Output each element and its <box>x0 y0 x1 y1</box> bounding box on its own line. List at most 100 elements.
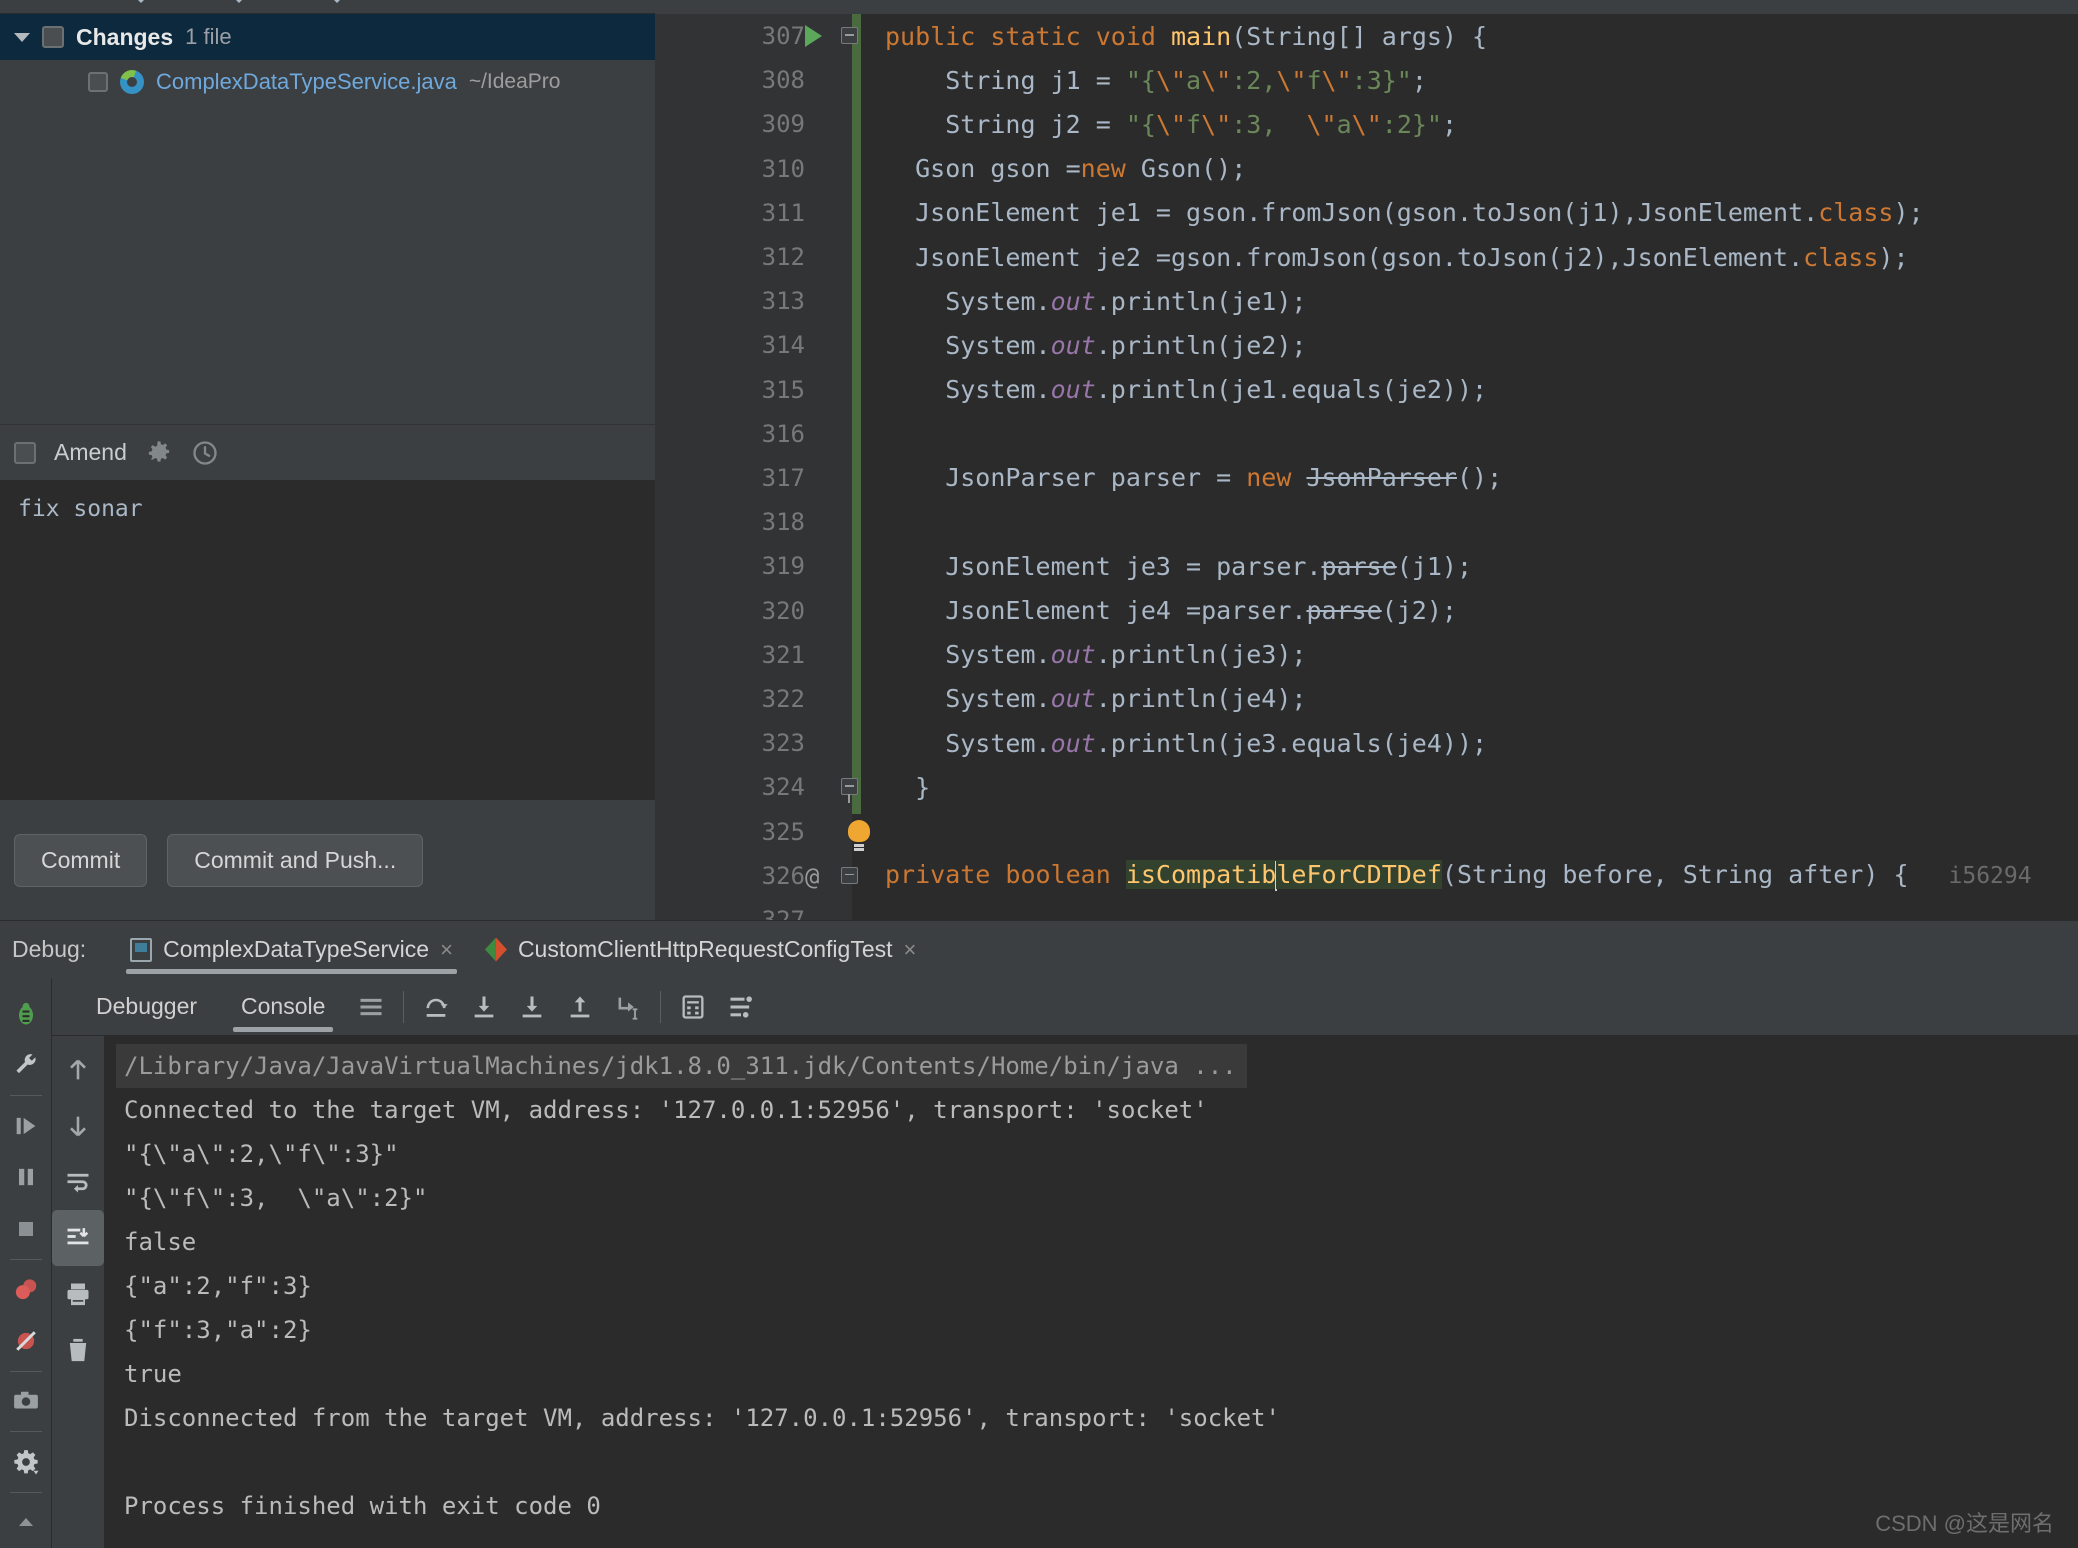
changed-file-row[interactable]: ComplexDataTypeService.java ~/IdeaPro <box>0 60 655 104</box>
line-number: 307 <box>761 22 805 50</box>
code-line[interactable]: System.out.println(je1); <box>861 279 2078 323</box>
file-checkbox[interactable] <box>88 72 108 92</box>
console-output[interactable]: /Library/Java/JavaVirtualMachines/jdk1.8… <box>104 1036 2078 1548</box>
code-line[interactable]: JsonElement je4 =parser.parse(j2); <box>861 588 2078 632</box>
line-number: 324 <box>761 773 805 802</box>
changes-tree-empty-area <box>0 104 655 424</box>
code-line[interactable] <box>861 412 2078 456</box>
clear-all-icon[interactable] <box>52 1322 104 1378</box>
code-line[interactable]: JsonElement je2 =gson.fromJson(gson.toJs… <box>861 235 2078 279</box>
amend-checkbox[interactable] <box>14 441 36 464</box>
code-line[interactable]: System.out.println(je2); <box>861 323 2078 367</box>
view-breakpoints-icon[interactable] <box>0 1264 52 1316</box>
code-line[interactable]: System.out.println(je3.equals(je4)); <box>861 721 2078 765</box>
mute-breakpoints-icon[interactable] <box>0 1315 52 1367</box>
code-line[interactable] <box>861 898 2078 920</box>
debug-body: Debugger Console /Library/Java/JavaVirtu… <box>0 978 2078 1548</box>
pause-program-icon[interactable] <box>0 1152 52 1204</box>
console-line: true <box>124 1360 182 1388</box>
tab-debugger[interactable]: Debugger <box>74 978 219 1036</box>
collapse-up-icon[interactable] <box>0 1497 52 1548</box>
watermark-label: CSDN @这是网名 <box>1875 1511 2054 1536</box>
override-annotation-marker[interactable]: @ <box>805 863 819 891</box>
code-line[interactable]: private boolean isCompatibleForCDTDef(St… <box>861 854 2078 898</box>
changes-checkbox[interactable] <box>42 26 64 48</box>
code-line[interactable] <box>861 809 2078 853</box>
tab-console[interactable]: Console <box>219 978 347 1036</box>
settings-gear-icon[interactable] <box>0 1436 52 1488</box>
settings-wrench-icon[interactable] <box>0 1040 52 1092</box>
file-name-label[interactable]: ComplexDataTypeService.java <box>156 69 457 95</box>
commit-panel: Changes 1 file ComplexDataTypeService.ja… <box>0 0 655 920</box>
scroll-up-icon[interactable] <box>52 1042 104 1098</box>
toolbar-divider <box>403 990 405 1023</box>
layout-settings-icon[interactable] <box>717 978 765 1036</box>
step-out-icon[interactable] <box>556 978 604 1036</box>
sidebar-divider <box>9 1431 42 1433</box>
print-icon[interactable] <box>52 1266 104 1322</box>
commit-and-push-button[interactable]: Commit and Push... <box>167 833 424 887</box>
run-to-cursor-icon[interactable] <box>604 978 652 1036</box>
code-line[interactable]: Gson gson =new Gson(); <box>861 147 2078 191</box>
debug-tab-customclienthttprequestconfigtest[interactable]: CustomClientHttpRequestConfigTest × <box>469 921 932 979</box>
line-number: 315 <box>761 375 805 404</box>
scroll-to-end-icon[interactable] <box>52 1210 104 1266</box>
run-gutter-icon[interactable] <box>805 25 822 47</box>
line-number: 309 <box>761 110 805 139</box>
close-icon[interactable]: × <box>440 937 453 963</box>
toolbar-chevron-icon[interactable] <box>134 0 148 3</box>
code-line[interactable]: JsonParser parser = new JsonParser(); <box>861 456 2078 500</box>
code-line[interactable]: System.out.println(je1.equals(je2)); <box>861 368 2078 412</box>
code-fold-toggle[interactable] <box>841 866 858 884</box>
resume-program-icon[interactable] <box>0 1100 52 1152</box>
line-number: 319 <box>761 552 805 581</box>
amend-row: Amend <box>0 424 655 480</box>
toolbar-chevron-icon[interactable] <box>330 0 344 3</box>
code-line[interactable]: String j2 = "{\"f\":3, \"a\":2}"; <box>861 102 2078 146</box>
console-line: "{\"a\":2,\"f\":3}" <box>124 1140 399 1168</box>
console-line: Process finished with exit code 0 <box>124 1492 601 1520</box>
changes-toolbar-strip <box>0 0 655 14</box>
console-line: Disconnected from the target VM, address… <box>124 1404 1280 1432</box>
code-fold-toggle[interactable] <box>841 27 858 44</box>
force-step-into-icon[interactable] <box>508 978 556 1036</box>
soft-wrap-icon[interactable] <box>52 1154 104 1210</box>
code-line[interactable] <box>861 500 2078 544</box>
close-icon[interactable]: × <box>904 937 917 963</box>
code-editor[interactable]: 307 308 309 310 311 312 313 314 315 316 317 318 319 3… <box>655 0 2078 920</box>
code-line[interactable]: JsonElement je1 = gson.fromJson(gson.toJ… <box>861 191 2078 235</box>
code-line[interactable]: } <box>861 765 2078 809</box>
step-into-icon[interactable] <box>460 978 508 1036</box>
intention-bulb-icon[interactable] <box>848 819 870 847</box>
editor-code-area[interactable]: public static void main(String[] args) {… <box>861 14 2078 920</box>
code-fold-toggle[interactable] <box>841 778 858 804</box>
code-line[interactable]: JsonElement je3 = parser.parse(j1); <box>861 544 2078 588</box>
code-line[interactable]: System.out.println(je3); <box>861 633 2078 677</box>
line-number: 325 <box>761 817 805 846</box>
line-number: 327 <box>761 906 805 920</box>
debug-window-label: Debug: <box>12 936 87 962</box>
scroll-down-icon[interactable] <box>52 1098 104 1154</box>
expand-collapse-icon[interactable] <box>14 32 30 42</box>
code-line[interactable]: String j1 = "{\"a\":2,\"f\":3}"; <box>861 58 2078 102</box>
stop-program-icon[interactable] <box>0 1203 52 1255</box>
changes-group-header[interactable]: Changes 1 file <box>0 14 655 60</box>
step-over-icon[interactable] <box>412 978 460 1036</box>
toolbar-chevron-icon[interactable] <box>232 0 246 3</box>
changes-label: Changes <box>76 23 174 50</box>
code-line[interactable]: System.out.println(je4); <box>861 677 2078 721</box>
console-lines-icon[interactable] <box>347 978 395 1036</box>
gear-icon[interactable] <box>145 439 173 467</box>
commit-message-input[interactable]: fix sonar <box>0 480 655 800</box>
commit-button[interactable]: Commit <box>14 833 148 887</box>
console-side-actions <box>52 1036 104 1548</box>
clock-history-icon[interactable] <box>191 439 219 467</box>
evaluate-expression-icon[interactable] <box>669 978 717 1036</box>
debug-actions-sidebar <box>0 978 52 1548</box>
line-number: 314 <box>761 331 805 360</box>
code-line[interactable]: public static void main(String[] args) { <box>861 14 2078 58</box>
editor-gutter[interactable]: 307 308 309 310 311 312 313 314 315 316 317 318 319 3… <box>655 14 840 920</box>
camera-snapshot-icon[interactable] <box>0 1376 52 1428</box>
debug-right-area: Debugger Console /Library/Java/JavaVirtu… <box>52 978 2078 1548</box>
debug-tab-complexdatatypeservice[interactable]: ComplexDataTypeService × <box>114 921 469 979</box>
